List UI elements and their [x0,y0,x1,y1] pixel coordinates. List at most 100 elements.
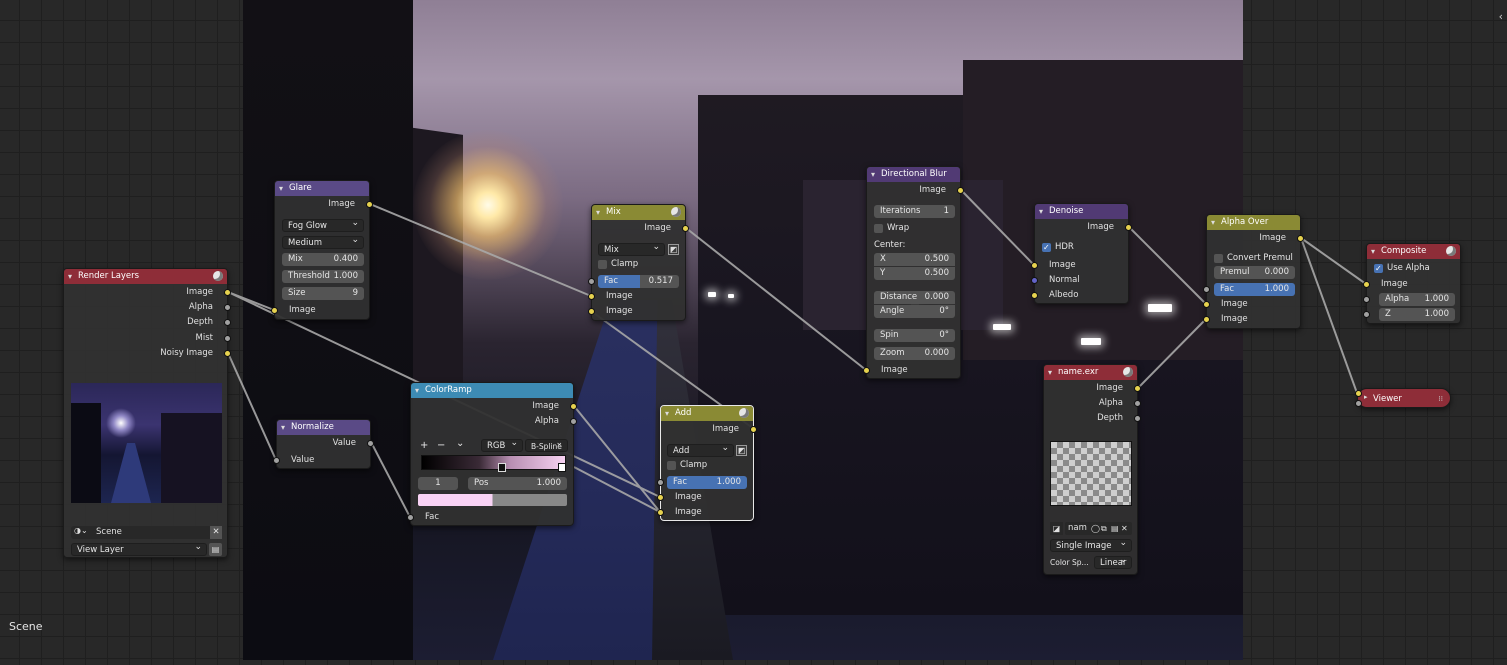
blend-mode-dropdown[interactable]: Add [667,442,734,457]
input-socket[interactable] [657,509,664,516]
zoom-field[interactable]: Zoom 0.000 [874,347,955,360]
input-socket[interactable] [588,278,595,285]
shield-icon[interactable]: ◯ [1091,522,1100,535]
output-socket[interactable] [1297,235,1304,242]
iterations-field[interactable]: Iterations 1 [874,205,955,218]
spin-field[interactable]: Spin 0° [874,329,955,342]
mix-node[interactable]: Mix Image Mix ◩ Clamp Fac 0.517 Image Ima… [588,204,689,321]
input-socket[interactable] [1363,311,1370,318]
duplicate-icon[interactable]: ⧉ [1101,522,1107,535]
image-name-field[interactable]: nam ◯ ⧉ ▤ ✕ [1065,522,1132,535]
output-socket[interactable] [224,335,231,342]
output-socket[interactable] [1134,400,1141,407]
input-socket[interactable] [657,479,664,486]
angle-field[interactable]: Angle 0° [874,305,955,318]
node-header[interactable]: Render Layers [64,269,227,284]
add-stop-button[interactable]: + [420,439,428,452]
glare-node[interactable]: Glare Image Fog Glow Medium Mix 0.400 Thr… [271,180,373,320]
clamp-checkbox[interactable]: Clamp [667,459,707,472]
node-header[interactable]: Normalize [277,420,370,435]
node-header[interactable]: Alpha Over [1207,215,1300,230]
close-icon[interactable]: ✕ [210,526,222,539]
input-socket[interactable] [657,494,664,501]
center-x-field[interactable]: X 0.500 [874,253,955,266]
use-alpha-icon[interactable]: ◩ [668,244,679,255]
node-header[interactable]: Directional Blur [867,167,960,182]
colorramp-node[interactable]: ColorRamp Image Alpha + − ⌄ RGB B-Spline… [407,382,577,526]
stop-index-field[interactable]: 1 [418,477,458,490]
image-source-dropdown[interactable]: Single Image [1050,537,1132,552]
output-socket[interactable] [367,440,374,447]
close-icon[interactable]: ✕ [1121,522,1128,535]
node-header[interactable]: Mix [592,205,685,220]
hdr-checkbox[interactable]: HDR [1042,241,1074,254]
fac-field[interactable]: Fac 0.517 [598,275,679,288]
interpolation-dropdown[interactable]: B-Spline [525,437,568,452]
input-socket[interactable] [1203,301,1210,308]
threshold-field[interactable]: Threshold 1.000 [282,270,364,283]
node-header[interactable]: Add [661,406,753,421]
glare-type-dropdown[interactable]: Fog Glow [282,217,364,232]
output-socket[interactable] [957,187,964,194]
fac-field[interactable]: Fac 1.000 [667,476,747,489]
composite-node[interactable]: Composite Use Alpha Image Alpha 1.000 Z 1.… [1363,243,1461,324]
expand-arrow-icon[interactable]: ▸ [1364,393,1368,401]
open-file-icon[interactable]: ▤ [1111,522,1119,535]
output-socket[interactable] [224,289,231,296]
color-stop-handle[interactable] [558,463,566,472]
output-socket[interactable] [224,304,231,311]
input-socket[interactable] [273,457,280,464]
image-browse-icon[interactable]: ◪ [1050,522,1063,535]
normalize-node[interactable]: Normalize Value Value [273,419,374,469]
view-layer-icon[interactable]: ▤ [209,543,222,556]
render-layers-node[interactable]: Render Layers Image Alpha Depth Mist Noi… [63,268,231,558]
use-alpha-checkbox[interactable]: Use Alpha [1374,262,1430,275]
output-socket[interactable] [1125,224,1132,231]
node-header[interactable]: Glare [275,181,369,196]
input-socket[interactable] [1355,400,1362,407]
node-header[interactable]: name.exr [1044,365,1137,380]
mix-field[interactable]: Mix 0.400 [282,253,364,266]
pos-field[interactable]: Pos 1.000 [468,477,567,490]
wrap-checkbox[interactable]: Wrap [874,222,909,235]
input-socket[interactable] [588,293,595,300]
blend-mode-dropdown[interactable]: Mix [598,241,665,256]
node-header[interactable]: ColorRamp [411,383,573,398]
color-stop-handle[interactable] [498,463,506,472]
output-socket[interactable] [750,426,757,433]
output-socket[interactable] [1134,385,1141,392]
colorspace-dropdown[interactable]: Linear [1094,554,1132,569]
convert-premul-checkbox[interactable]: Convert Premul [1214,252,1293,265]
input-socket[interactable] [1363,281,1370,288]
input-socket[interactable] [1203,286,1210,293]
z-field[interactable]: Z 1.000 [1379,308,1455,321]
alpha-field[interactable]: Alpha 1.000 [1379,293,1455,306]
viewer-node[interactable]: ▸ Viewer ⁞⁞ [1355,388,1451,409]
input-socket[interactable] [1031,292,1038,299]
node-header[interactable]: Denoise [1035,204,1128,219]
output-socket[interactable] [366,201,373,208]
clamp-checkbox[interactable]: Clamp [598,258,638,271]
size-field[interactable]: Size 9 [282,287,364,300]
input-socket[interactable] [407,514,414,521]
alpha-over-node[interactable]: Alpha Over Image Convert Premul Premul 0.… [1203,214,1304,329]
remove-stop-button[interactable]: − [437,439,445,452]
add-node[interactable]: Add Image Add ◩ Clamp Fac 1.000 Image Ima… [657,405,757,521]
distance-field[interactable]: Distance 0.000 [874,291,955,304]
input-socket[interactable] [588,308,595,315]
sidebar-toggle-icon[interactable]: ‹ [1499,10,1503,23]
center-y-field[interactable]: Y 0.500 [874,267,955,280]
stop-color-swatch[interactable] [418,494,567,506]
ramp-menu-button[interactable]: ⌄ [456,437,464,450]
node-options-icon[interactable]: ⁞⁞ [1439,389,1443,409]
view-layer-dropdown[interactable]: View Layer [71,541,207,556]
premul-field[interactable]: Premul 0.000 [1214,266,1295,279]
color-ramp-gradient[interactable] [421,455,566,472]
input-socket[interactable] [1031,277,1038,284]
scene-browse-icon[interactable]: ◑⌄ [74,526,88,535]
input-socket[interactable] [1031,262,1038,269]
scene-selector[interactable]: ◑⌄ Scene ✕ [71,526,222,539]
output-socket[interactable] [682,225,689,232]
output-socket[interactable] [224,319,231,326]
input-socket[interactable] [271,307,278,314]
